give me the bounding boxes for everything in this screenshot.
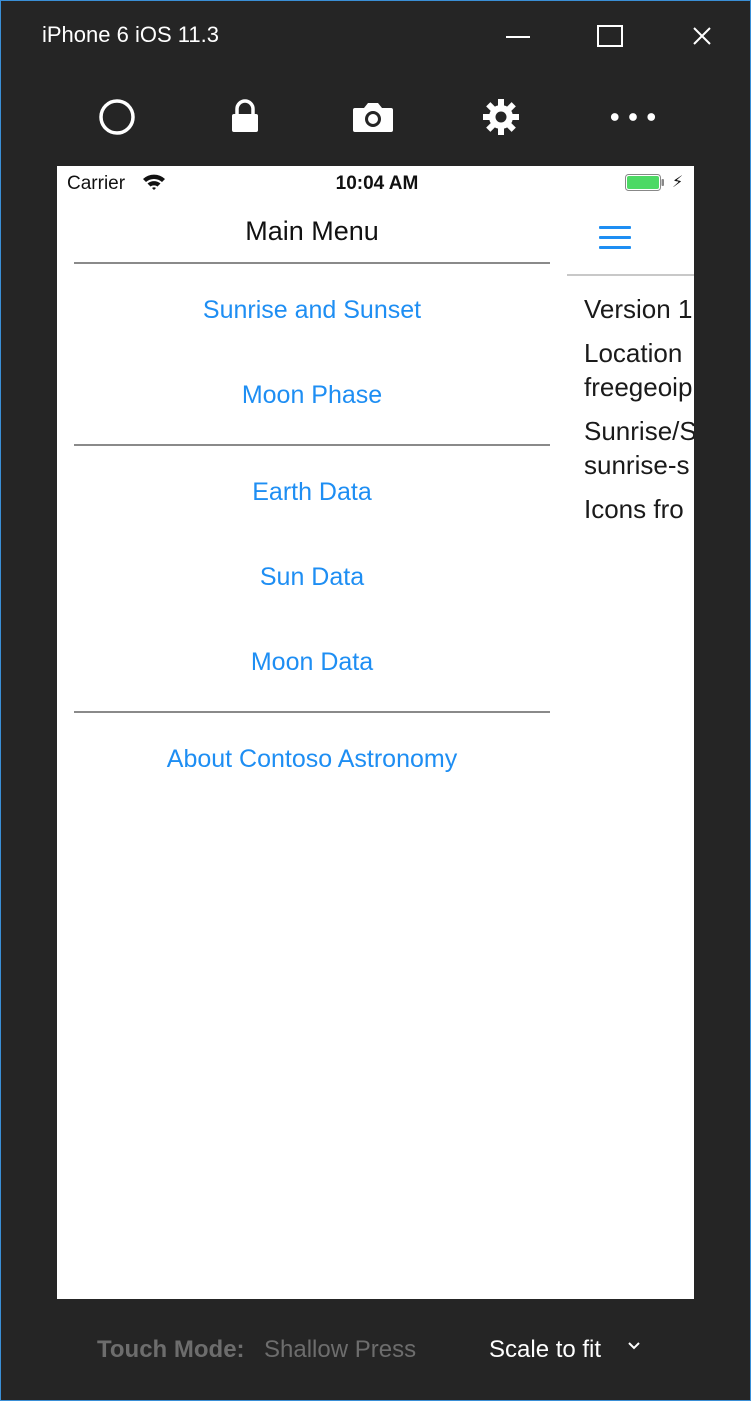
detail-icons-text: Icons fro: [584, 494, 684, 524]
close-icon: [693, 27, 711, 45]
simulator-toolbar: [0, 84, 751, 148]
menu-item-about[interactable]: About Contoso Astronomy: [74, 745, 550, 774]
settings-button[interactable]: [477, 94, 525, 140]
chevron-down-icon[interactable]: [626, 1338, 642, 1354]
more-icon: [610, 113, 656, 121]
hamburger-line: [599, 236, 631, 239]
title-bar: iPhone 6 iOS 11.3: [0, 0, 751, 72]
detail-sunrise-text: Sunrise/S: [584, 416, 694, 446]
minimize-icon: [506, 36, 530, 38]
detail-location-text: Location: [584, 338, 683, 368]
menu-item-sun-data[interactable]: Sun Data: [74, 563, 550, 592]
hamburger-line: [599, 226, 631, 229]
menu-item-sunrise-sunset[interactable]: Sunrise and Sunset: [74, 296, 550, 325]
minimize-button[interactable]: [498, 18, 538, 54]
touch-mode-label: Touch Mode:: [97, 1336, 245, 1363]
detail-sunrise-source-text: sunrise-s: [584, 450, 690, 480]
scale-dropdown[interactable]: Scale to fit: [489, 1336, 601, 1364]
maximize-icon: [597, 25, 623, 47]
detail-divider: [567, 274, 694, 276]
camera-icon: [353, 103, 393, 132]
hamburger-menu-button[interactable]: [599, 226, 631, 252]
maximize-button[interactable]: [590, 18, 630, 54]
menu-item-moon-phase[interactable]: Moon Phase: [74, 381, 550, 410]
charging-icon: ⚡: [672, 174, 684, 191]
home-circle-icon: [99, 99, 135, 135]
battery-icon: [625, 174, 664, 191]
device-screen: Carrier 10:04 AM ⚡ Main Menu Sunrise and…: [57, 166, 694, 1299]
home-button[interactable]: [93, 94, 141, 140]
lock-icon: [232, 99, 258, 132]
menu-divider: [74, 262, 550, 264]
status-time: 10:04 AM: [335, 173, 419, 194]
status-bar: Carrier 10:04 AM ⚡: [57, 166, 694, 202]
menu-title: Main Menu: [245, 216, 379, 246]
lock-button[interactable]: [221, 94, 269, 140]
detail-page: Version 1 Location freegeoip Sunrise/S s…: [567, 202, 694, 1299]
close-button[interactable]: [682, 18, 722, 54]
window-title: iPhone 6 iOS 11.3: [42, 22, 219, 47]
detail-version-text: Version 1: [584, 294, 693, 324]
menu-divider: [74, 444, 550, 446]
simulator-bottom-bar: Touch Mode: Shallow Press Scale to fit: [0, 1320, 751, 1384]
menu-item-earth-data[interactable]: Earth Data: [74, 478, 550, 507]
hamburger-line: [599, 246, 631, 249]
detail-location-source-text: freegeoip: [584, 372, 693, 402]
screenshot-button[interactable]: [349, 94, 397, 140]
gear-icon: [483, 99, 519, 135]
more-button[interactable]: [609, 94, 657, 140]
touch-mode-value[interactable]: Shallow Press: [264, 1336, 416, 1364]
menu-divider: [74, 711, 550, 713]
menu-item-moon-data[interactable]: Moon Data: [74, 648, 550, 677]
